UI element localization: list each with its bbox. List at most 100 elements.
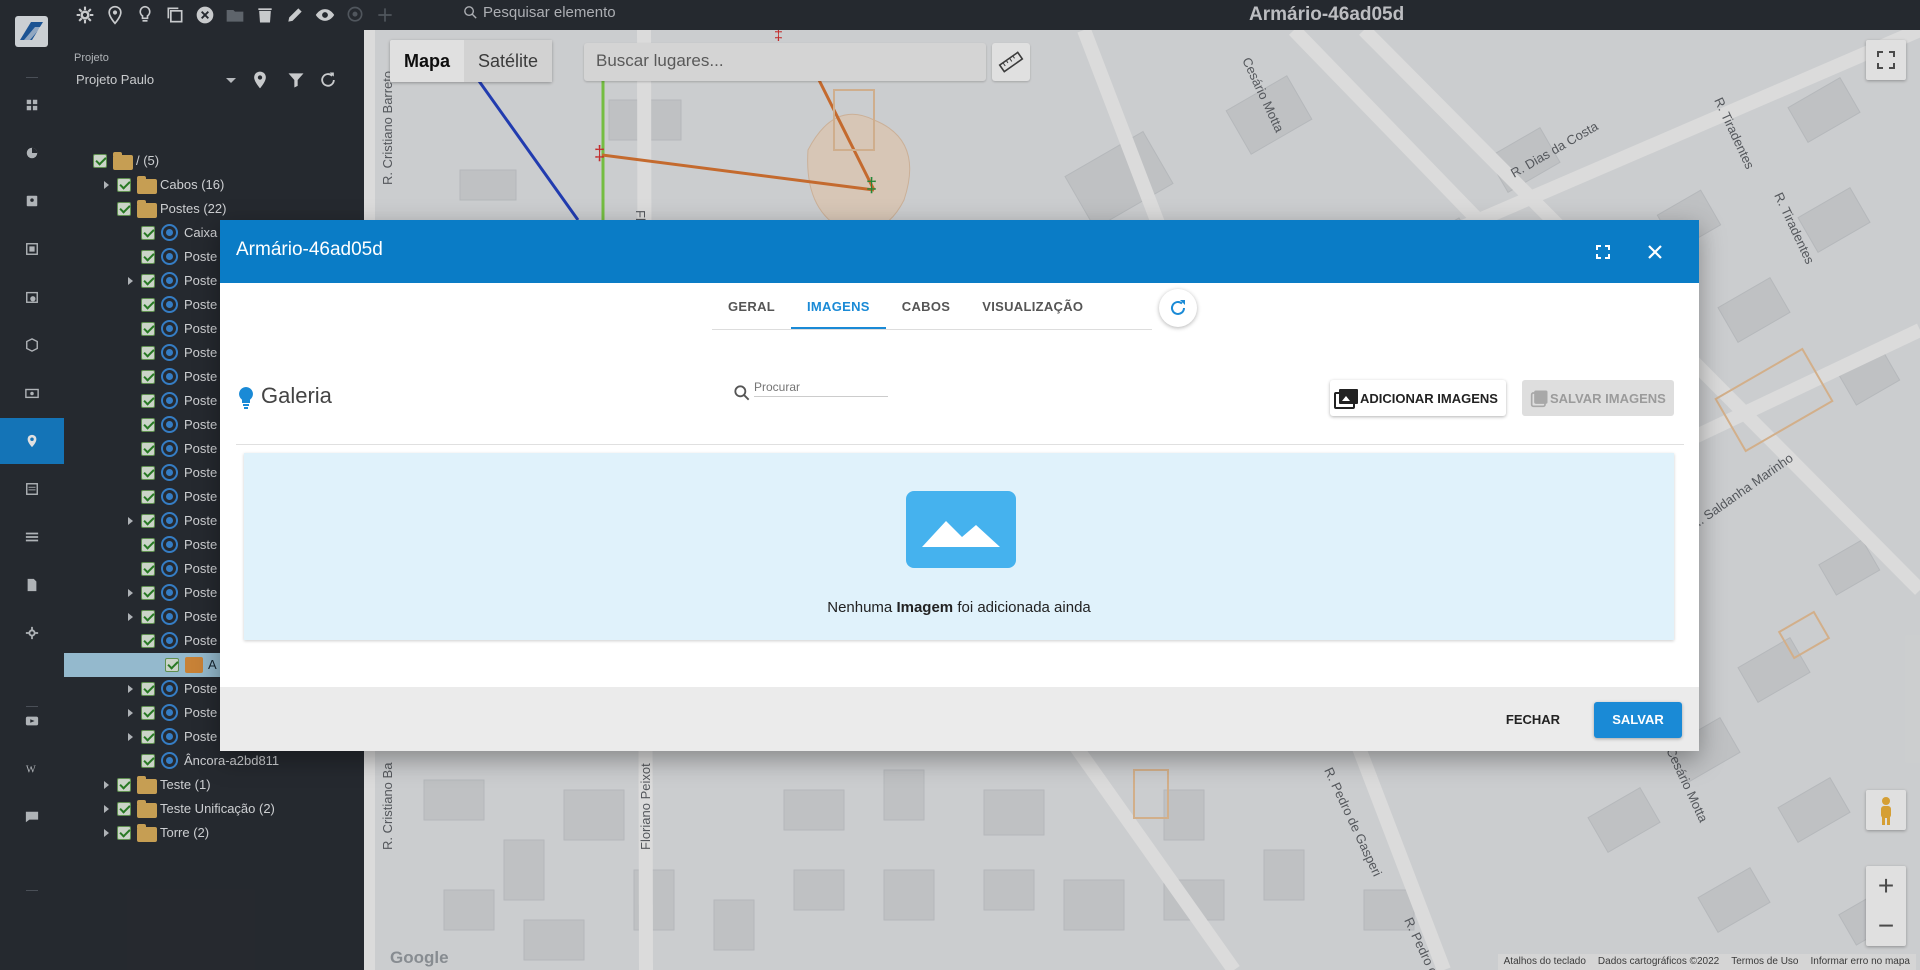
- tree-node[interactable]: Âncora-a2bd811: [64, 749, 364, 773]
- filter-button[interactable]: [286, 70, 308, 92]
- tab-imagens[interactable]: IMAGENS: [791, 288, 886, 329]
- tree-node-checkbox[interactable]: [141, 562, 155, 576]
- rail-item-contacts[interactable]: [0, 178, 64, 224]
- expand-arrow-icon[interactable]: [128, 685, 133, 693]
- dialog-maximize-button[interactable]: [1591, 240, 1615, 264]
- tree-node-checkbox[interactable]: [141, 490, 155, 504]
- tree-node-checkbox[interactable]: [141, 538, 155, 552]
- expand-arrow-icon[interactable]: [104, 181, 109, 189]
- tab-visualizacao[interactable]: VISUALIZAÇÃO: [966, 288, 1099, 329]
- expand-arrow-icon[interactable]: [104, 805, 109, 813]
- tree-node-checkbox[interactable]: [141, 730, 155, 744]
- map-tab-satellite[interactable]: Satélite: [464, 40, 553, 82]
- trash-tool-button[interactable]: [253, 3, 277, 27]
- copy-tool-button[interactable]: [163, 3, 187, 27]
- map-fullscreen-button[interactable]: [1866, 40, 1906, 80]
- zoom-in-button[interactable]: +: [1866, 866, 1906, 906]
- rail-item-clock-calendar[interactable]: [0, 274, 64, 320]
- tab-geral[interactable]: GERAL: [712, 288, 791, 329]
- rail-item-money[interactable]: [0, 370, 64, 416]
- tree-node-checkbox[interactable]: [141, 394, 155, 408]
- tree-node-checkbox[interactable]: [141, 682, 155, 696]
- app-logo[interactable]: [15, 16, 48, 47]
- expand-arrow-icon[interactable]: [128, 589, 133, 597]
- pencil-tool-button[interactable]: [283, 3, 307, 27]
- element-search[interactable]: Pesquisar elemento: [462, 4, 616, 21]
- rail-item-document[interactable]: [0, 562, 64, 608]
- add-images-button[interactable]: ADICIONAR IMAGENS: [1330, 380, 1506, 416]
- expand-arrow-icon[interactable]: [128, 613, 133, 621]
- bulb-tool-button[interactable]: [133, 3, 157, 27]
- location-pin-button[interactable]: [250, 70, 272, 92]
- zoom-out-button[interactable]: −: [1866, 906, 1906, 946]
- close-button[interactable]: FECHAR: [1493, 702, 1573, 738]
- tree-node[interactable]: Teste Unificação (2): [64, 797, 364, 821]
- rail-item-gallery[interactable]: [0, 226, 64, 272]
- expand-arrow-icon[interactable]: [104, 829, 109, 837]
- rail-item-settings[interactable]: [0, 610, 64, 656]
- rail-item-list[interactable]: [0, 466, 64, 512]
- tree-node-checkbox[interactable]: [141, 346, 155, 360]
- tree-node-checkbox[interactable]: [141, 466, 155, 480]
- tree-node-checkbox[interactable]: [141, 274, 155, 288]
- rail-item-wiki[interactable]: W: [0, 746, 64, 792]
- tree-node-checkbox[interactable]: [141, 754, 155, 768]
- rail-item-table[interactable]: [0, 514, 64, 560]
- expand-arrow-icon[interactable]: [128, 277, 133, 285]
- places-search-input[interactable]: Buscar lugares...: [584, 43, 986, 81]
- refresh-tree-button[interactable]: [318, 70, 340, 92]
- tree-node-checkbox[interactable]: [141, 322, 155, 336]
- pin-tool-button[interactable]: [103, 3, 127, 27]
- expand-arrow-icon[interactable]: [128, 733, 133, 741]
- rail-item-pie-chart[interactable]: [0, 130, 64, 176]
- tree-node-checkbox[interactable]: [141, 418, 155, 432]
- rail-item-box[interactable]: [0, 322, 64, 368]
- keyboard-shortcuts-link[interactable]: Atalhos do teclado: [1504, 956, 1586, 968]
- project-select[interactable]: Projeto Paulo: [76, 72, 248, 92]
- dialog-close-button[interactable]: [1643, 240, 1667, 264]
- tree-node-checkbox[interactable]: [117, 802, 131, 816]
- save-images-button[interactable]: SALVAR IMAGENS: [1522, 380, 1674, 416]
- tree-node-checkbox[interactable]: [93, 154, 107, 168]
- dialog-refresh-button[interactable]: [1159, 289, 1197, 327]
- eye-tool-button[interactable]: [313, 3, 337, 27]
- tree-node[interactable]: Torre (2): [64, 821, 364, 845]
- expand-arrow-icon[interactable]: [128, 709, 133, 717]
- tree-node-checkbox[interactable]: [141, 442, 155, 456]
- tree-node-checkbox[interactable]: [141, 226, 155, 240]
- tree-node[interactable]: / (5): [64, 149, 364, 173]
- tree-node-checkbox[interactable]: [141, 298, 155, 312]
- tree-node-checkbox[interactable]: [141, 634, 155, 648]
- tree-node-checkbox[interactable]: [141, 610, 155, 624]
- terms-link[interactable]: Termos de Uso: [1731, 956, 1798, 968]
- tree-node-checkbox[interactable]: [117, 826, 131, 840]
- rail-item-dashboard[interactable]: [0, 82, 64, 128]
- street-view-pegman[interactable]: [1866, 790, 1906, 830]
- map-tab-map[interactable]: Mapa: [390, 40, 464, 82]
- tree-node[interactable]: Postes (22): [64, 197, 364, 221]
- gallery-search-input[interactable]: [754, 375, 888, 397]
- tree-node[interactable]: Cabos (16): [64, 173, 364, 197]
- tree-node-checkbox[interactable]: [117, 778, 131, 792]
- tree-node-checkbox[interactable]: [141, 370, 155, 384]
- rail-item-chat[interactable]: [0, 794, 64, 840]
- expand-arrow-icon[interactable]: [128, 517, 133, 525]
- rail-item-video[interactable]: [0, 698, 64, 744]
- save-button[interactable]: SALVAR: [1594, 702, 1682, 738]
- tree-node-checkbox[interactable]: [165, 658, 179, 672]
- measure-button[interactable]: [992, 43, 1030, 81]
- tree-node-checkbox[interactable]: [141, 514, 155, 528]
- plus-tool-button[interactable]: [373, 3, 397, 27]
- tree-node-checkbox[interactable]: [117, 202, 131, 216]
- close-circle-tool-button[interactable]: [193, 3, 217, 27]
- tree-node[interactable]: Teste (1): [64, 773, 364, 797]
- tree-node-checkbox[interactable]: [141, 706, 155, 720]
- tree-node-checkbox[interactable]: [141, 586, 155, 600]
- gear-tool-button[interactable]: [73, 3, 97, 27]
- expand-arrow-icon[interactable]: [104, 781, 109, 789]
- tree-node-checkbox[interactable]: [141, 250, 155, 264]
- tab-cabos[interactable]: CABOS: [886, 288, 966, 329]
- tree-node-checkbox[interactable]: [117, 178, 131, 192]
- location-off-tool-button[interactable]: [343, 3, 367, 27]
- report-error-link[interactable]: Informar erro no mapa: [1811, 956, 1911, 968]
